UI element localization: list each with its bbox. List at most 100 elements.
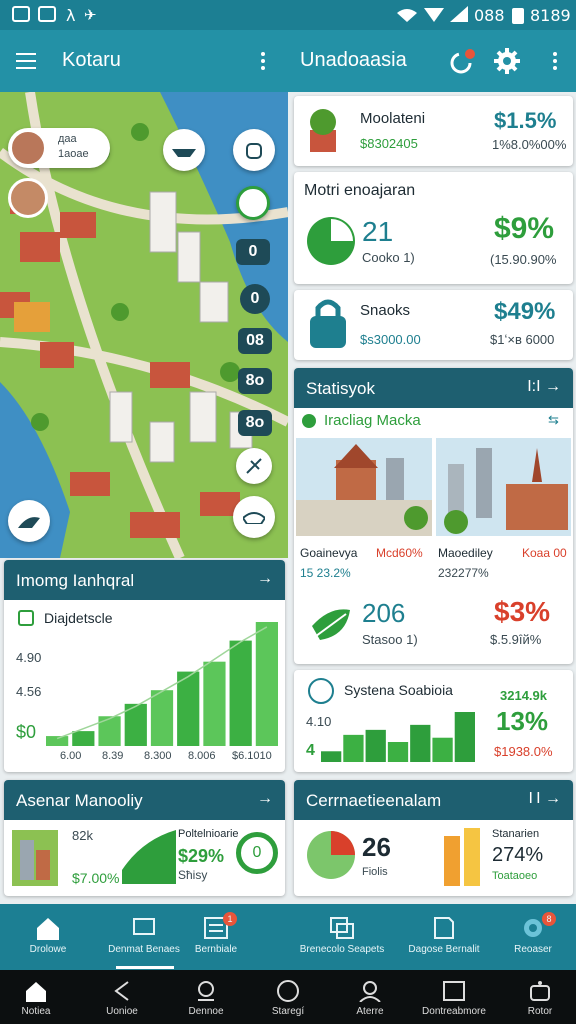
system-navigation-bar: Notiea Uonioe Dennoe Staregí Aterre Dont… — [0, 970, 576, 1024]
running-icon: ✈ — [84, 6, 97, 24]
sys-nav-window[interactable]: Dontreabmore — [418, 980, 490, 1017]
summary-card-3[interactable]: Snaoks $s3000.00 $49% $1ʻ×в 6000 — [294, 290, 573, 360]
back-icon — [114, 981, 129, 1001]
active-tab-indicator — [116, 966, 174, 969]
system-value-top: 3214.9k — [500, 688, 547, 703]
growth-chart-card[interactable]: Imomg Ianhqral → Diajdetscle 4.90 4.56 $0… — [4, 560, 285, 772]
expand-icon[interactable]: I:I → — [527, 378, 561, 396]
legend-icon — [18, 610, 34, 626]
card-sub: $s3000.00 — [360, 332, 421, 347]
layer-button-1[interactable]: 0 — [236, 239, 270, 265]
tab-settings[interactable]: Reoaser 8 — [490, 904, 576, 970]
menu-icon[interactable] — [16, 53, 36, 74]
pie-chart-icon — [307, 831, 355, 879]
area-chart-icon — [122, 830, 176, 884]
metric-big: 206 — [362, 598, 406, 628]
chart-bar — [177, 671, 200, 746]
signal-icon — [424, 8, 444, 22]
chart-bar — [255, 622, 278, 746]
user-icon — [198, 981, 214, 1001]
sys-nav-label: Dontreabmore — [422, 1006, 486, 1017]
summary-card-1[interactable]: Moolateni $8302405 $1.5% 1%8.0%00% — [294, 96, 573, 166]
asset-card[interactable]: Asenar Manooliy → 82k $7.00% Poltelnioari… — [4, 780, 285, 896]
asset-stat-2: $7.00% — [72, 870, 120, 886]
profile-chip-1[interactable]: даа 1аоае — [8, 128, 110, 168]
layer-button-2[interactable]: 0 — [240, 284, 270, 314]
sys-nav-label: Aterre — [356, 1006, 384, 1017]
settings-icon[interactable] — [494, 48, 520, 74]
x-tick: 6.00 — [60, 750, 82, 762]
system-bar — [321, 751, 342, 762]
cement-arrow-icon[interactable]: I I → — [528, 790, 561, 808]
card-value-sub: 1%8.0%00% — [492, 137, 567, 152]
asset-arrow-icon[interactable]: → — [257, 790, 273, 808]
car-icon[interactable] — [233, 496, 275, 538]
summary-card-2[interactable]: Motri enoajaran 21 Cooko 1) $9% (15.90.9… — [294, 172, 573, 284]
app-title-right: Unadoaasia — [300, 49, 407, 71]
sys-nav-back[interactable]: Uonioe — [86, 980, 158, 1017]
x-tick: 8.006 — [188, 750, 216, 762]
refresh-icon[interactable] — [448, 48, 476, 76]
card-value: $9% — [494, 212, 555, 245]
progress-ring: 0 — [236, 832, 278, 874]
chart-title: Imomg Ianhqral — [16, 571, 135, 590]
sys-nav-user[interactable]: Dennoe — [170, 980, 242, 1017]
app-title-left: Kotaru — [62, 49, 121, 71]
avatar[interactable] — [8, 178, 48, 218]
system-card[interactable]: Systena Soabioia 4.10 4 3214.9k 13% $193… — [294, 670, 573, 772]
card-title: Snaoks — [360, 302, 411, 319]
tab-home[interactable]: Drolowe — [0, 904, 96, 970]
card-value-sub: (15.90.90% — [490, 252, 557, 267]
cement-item-sub: Toataoeo — [492, 870, 538, 882]
tab-layers[interactable]: Brenecolo Seapets — [292, 904, 392, 970]
building-thumbnail — [12, 830, 58, 886]
bar-chart-icon — [444, 828, 480, 886]
home-icon — [37, 918, 59, 940]
tab-document[interactable]: Dagose Bernalit — [396, 904, 492, 970]
metric-value-sub: $.5.9ȋй% — [490, 632, 542, 647]
monitor-icon — [133, 918, 155, 935]
pie-icon — [307, 217, 355, 265]
system-bar — [410, 724, 431, 762]
city-photo-1 — [296, 438, 432, 536]
sys-nav-label: Dennoe — [188, 1006, 224, 1017]
tab-label: Drolowe — [29, 944, 67, 955]
robot-icon — [530, 981, 550, 1001]
cellular-icon — [450, 6, 468, 22]
navigation-icon[interactable] — [236, 186, 270, 220]
more-options-icon[interactable] — [261, 52, 265, 73]
layer-button-3[interactable]: 08 — [238, 328, 272, 354]
circle-icon — [277, 980, 299, 1002]
tab-list[interactable]: Bernbiale 1 — [168, 904, 264, 970]
battery-icon — [512, 8, 524, 24]
chart-bar — [98, 716, 121, 746]
sys-nav-circle[interactable]: Staregí — [252, 980, 324, 1017]
cement-card[interactable]: Cerrnaetieenalam I I → 26 Fiolis Stanarie… — [294, 780, 573, 896]
avatar — [10, 130, 46, 166]
sys-nav-home[interactable]: Notiea — [0, 980, 72, 1017]
boat-icon[interactable] — [163, 129, 205, 171]
metric-value: $3% — [494, 596, 551, 627]
overflow-menu-icon[interactable] — [553, 52, 557, 73]
hand-icon[interactable] — [233, 129, 275, 171]
system-bar — [365, 729, 386, 762]
cement-title: Cerrnaetieenalam — [306, 791, 442, 810]
walk-icon[interactable] — [8, 500, 50, 542]
bottom-tab-bar: Drolowe Denmat Benaes Bernbiale 1 Brenec… — [0, 904, 576, 970]
city-name-1: Goainevya — [300, 546, 358, 560]
pin-icon[interactable] — [236, 448, 272, 484]
link-icon[interactable]: ⇆ — [548, 412, 559, 428]
photo-icon — [38, 6, 56, 22]
cement-item-value: 274% — [492, 844, 544, 866]
sys-nav-person[interactable]: Aterre — [334, 980, 406, 1017]
statistics-header: Statisyok I:I → — [294, 368, 573, 408]
layer-button-5[interactable]: 8о — [238, 410, 272, 436]
sys-nav-robot[interactable]: Rotor — [504, 980, 576, 1017]
city-map[interactable]: даа 1аоае 0 0 08 8о 8о — [0, 92, 288, 558]
chart-arrow-icon[interactable]: → — [257, 570, 273, 588]
asset-stat-1: 82k — [72, 828, 93, 843]
statistics-card[interactable]: Statisyok I:I → Iracliag Macka ⇆ Goainevy… — [294, 368, 573, 664]
cement-big-sub: Fiolis — [362, 866, 388, 878]
city-name-2: Maoediley — [438, 546, 493, 560]
layer-button-4[interactable]: 8о — [238, 368, 272, 394]
